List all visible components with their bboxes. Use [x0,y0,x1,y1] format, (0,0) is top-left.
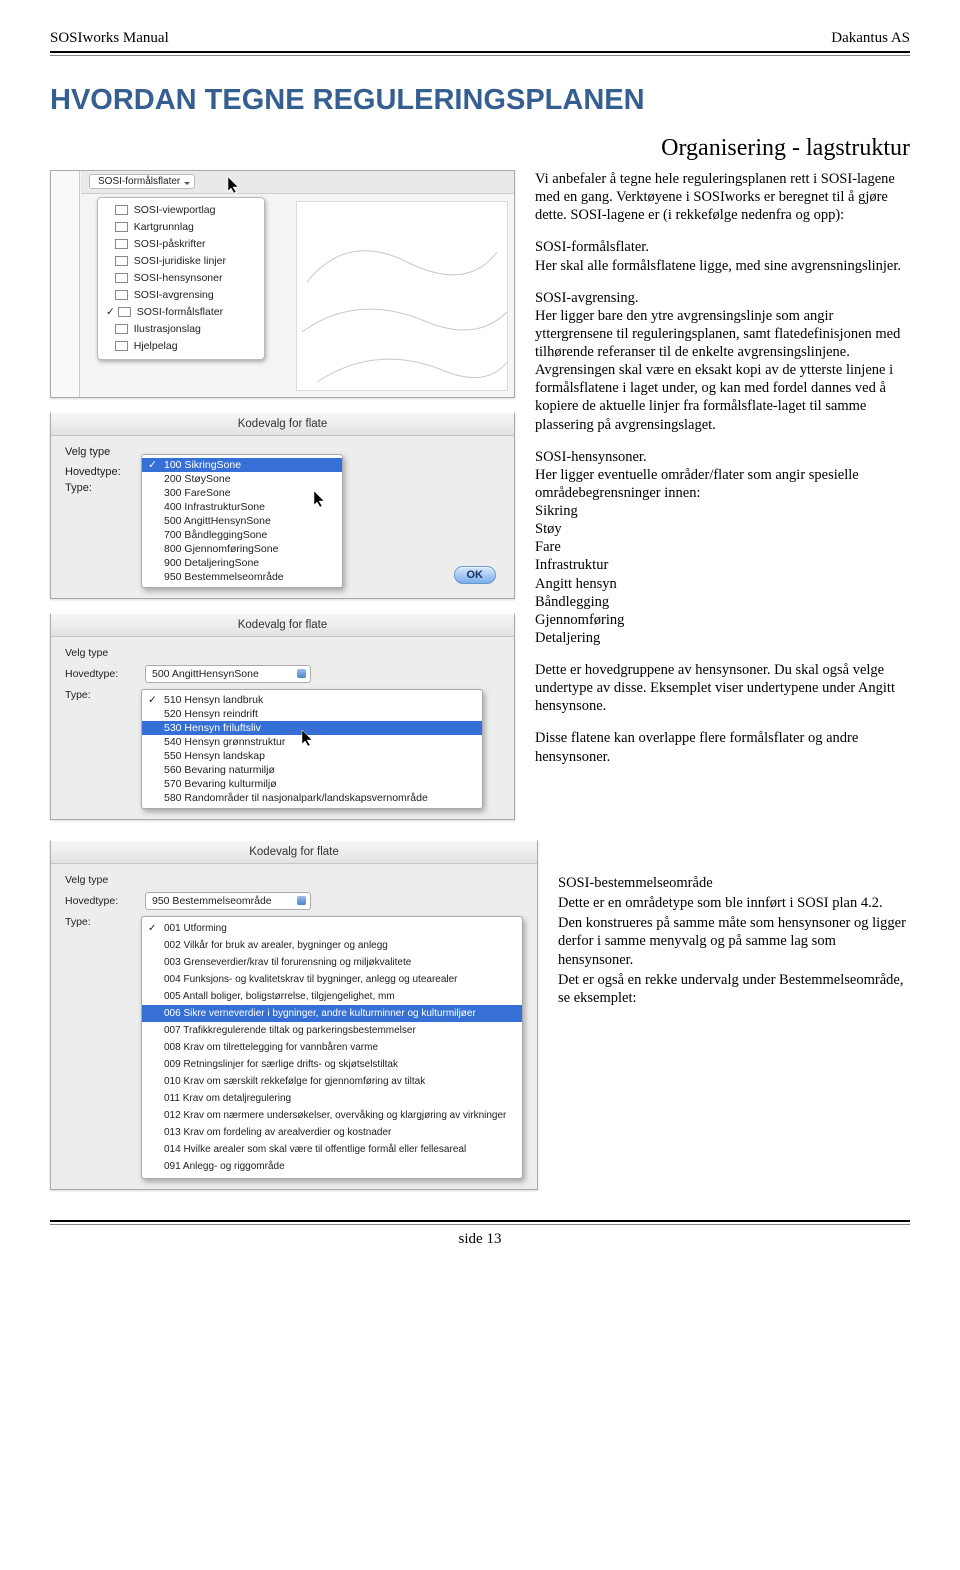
velg-type-label: Velg type [65,874,523,886]
paragraph: Her ligger bare den ytre avgrensingslinj… [535,308,900,433]
layers-list-popup: SOSI-viewportlag Kartgrunnlag SOSI-påskr… [97,197,265,360]
velg-type-label: Velg type [65,647,500,659]
dropdown-option[interactable]: 014 Hvilke arealer som skal være til off… [142,1141,522,1158]
cursor-icon [301,729,315,750]
dropdown-option[interactable]: 800 GjennomføringSone [142,542,342,556]
page-number: side 13 [50,1231,910,1248]
layer-item[interactable]: Kartgrunnlag [106,219,256,236]
dropdown-option[interactable]: 010 Krav om særskilt rekkefølge for gjen… [142,1073,522,1090]
type-label: Type: [65,689,135,701]
layer-item[interactable]: Hjelpelag [106,338,256,355]
section-heading: SOSI-bestemmelseområde [558,875,713,891]
dropdown-option[interactable]: 580 Randområder til nasjonalpark/landska… [142,791,482,805]
hovedtype-select[interactable]: 500 AngittHensynSone [145,665,311,683]
paragraph: Her ligger eventuelle områder/flater som… [535,467,859,501]
dropdown-option[interactable]: 012 Krav om nærmere undersøkelser, overv… [142,1107,522,1124]
bottom-text: SOSI-bestemmelseområde Dette er en områd… [558,824,910,1190]
dropdown-option[interactable]: 550 Hensyn landskap [142,749,482,763]
paragraph: Disse flatene kan overlappe flere formål… [535,729,910,765]
dropdown-option[interactable]: 009 Retningslinjer for særlige drifts- o… [142,1056,522,1073]
dropdown-option[interactable]: 006 Sikre verneverdier i bygninger, andr… [142,1005,522,1022]
paragraph: Dette er hovedgruppene av hensynsoner. D… [535,661,910,715]
ruler-left [51,171,80,397]
layer-item[interactable]: ✓ SOSI-formålsflater [106,304,256,321]
dropdown-option[interactable]: 560 Bevaring naturmiljø [142,763,482,777]
ok-button[interactable]: OK [454,566,497,584]
cursor-icon [227,176,241,197]
paragraph: Det er også en rekke undervalg under Bes… [558,971,910,1007]
dropdown-option[interactable]: 300 FareSone [142,486,342,500]
dropdown-option[interactable]: 200 StøySone [142,472,342,486]
dialog-kodevalg-3: Kodevalg for flate Velg type Hovedtype: … [50,840,538,1190]
dropdown-option[interactable]: 400 InfrastrukturSone [142,500,342,514]
layers-dropdown-button[interactable]: SOSI-formålsflater [89,174,195,189]
paragraph: Her skal alle formålsflatene ligge, med … [535,258,901,274]
hovedtype-select[interactable]: 950 Bestemmelseområde [145,892,311,910]
dropdown-option[interactable]: 001 Utforming [142,920,522,937]
dropdown-option[interactable]: 100 SikringSone [142,458,342,472]
dropdown-option[interactable]: 570 Bevaring kulturmiljø [142,777,482,791]
dropdown-option[interactable]: 005 Antall boliger, boligstørrelse, tilg… [142,988,522,1005]
dropdown-option[interactable]: 520 Hensyn reindrift [142,707,482,721]
dropdown-option[interactable]: 700 BåndleggingSone [142,528,342,542]
dropdown-option[interactable]: 007 Trafikkregulerende tiltak og parkeri… [142,1022,522,1039]
hovedtype-label: Hovedtype: [65,895,135,907]
cursor-icon [313,490,327,511]
map-preview [296,201,508,391]
paragraph: Vi anbefaler å tegne hele reguleringspla… [535,170,910,224]
dropdown-option[interactable]: 510 Hensyn landbruk [142,693,482,707]
layer-item[interactable]: SOSI-påskrifter [106,236,256,253]
header-right: Dakantus AS [831,30,910,47]
section-heading: SOSI-hensynsoner. [535,449,647,465]
dialog-title: Kodevalg for flate [51,413,514,436]
paragraph: Den konstrueres på samme måte som hensyn… [558,914,910,968]
layer-item[interactable]: SOSI-hensynsoner [106,270,256,287]
dialog-kodevalg-1: Kodevalg for flate Velg type Hovedtype: … [50,412,515,599]
dropdown-option[interactable]: 008 Krav om tilrettelegging for vannbåre… [142,1039,522,1056]
body-text-column: Vi anbefaler å tegne hele reguleringspla… [535,170,910,820]
hovedtype-dropdown[interactable]: 100 SikringSone200 StøySone300 FareSone4… [141,454,343,588]
dropdown-option[interactable]: 003 Grenseverdier/krav til forurensning … [142,954,522,971]
section-heading: SOSI-formålsflater. [535,239,649,255]
section-heading: SOSI-avgrensing. [535,290,639,306]
type-label: Type: [65,916,135,928]
page-title: HVORDAN TEGNE REGULERINGSPLANEN [50,84,910,117]
dropdown-option[interactable]: 900 DetaljeringSone [142,556,342,570]
dropdown-option[interactable]: 950 Bestemmelseområde [142,570,342,584]
dropdown-option[interactable]: 013 Krav om fordeling av arealverdier og… [142,1124,522,1141]
layer-item[interactable]: Ilustrasjonslag [106,321,256,338]
type-label: Type: [65,482,135,494]
layer-item[interactable]: SOSI-avgrensing [106,287,256,304]
hovedtype-label: Hovedtype: [65,466,135,478]
header-left: SOSIworks Manual [50,30,169,47]
dropdown-option[interactable]: 002 Vilkår for bruk av arealer, bygninge… [142,937,522,954]
footer-divider [50,1220,910,1225]
type-dropdown[interactable]: 001 Utforming002 Vilkår for bruk av area… [141,916,523,1179]
page-subtitle: Organisering - lagstruktur [50,135,910,162]
hensyn-list: SikringStøyFareInfrastrukturAngitt hensy… [535,503,624,646]
hovedtype-label: Hovedtype: [65,668,135,680]
layers-screenshot: SOSI-formålsflater 285580,00 285590,0 SO… [50,170,515,398]
paragraph: Dette er en områdetype som ble innført i… [558,894,910,912]
header-divider [50,51,910,56]
dropdown-option[interactable]: 500 AngittHensynSone [142,514,342,528]
dialog-title: Kodevalg for flate [51,614,514,637]
dropdown-option[interactable]: 091 Anlegg- og riggområde [142,1158,522,1175]
dialog-kodevalg-2: Kodevalg for flate Velg type Hovedtype: … [50,613,515,820]
layer-item[interactable]: SOSI-juridiske linjer [106,253,256,270]
dialog-title: Kodevalg for flate [51,841,537,864]
dropdown-option[interactable]: 011 Krav om detaljregulering [142,1090,522,1107]
layer-item[interactable]: SOSI-viewportlag [106,202,256,219]
dropdown-option[interactable]: 004 Funksjons- og kvalitetskrav til bygn… [142,971,522,988]
